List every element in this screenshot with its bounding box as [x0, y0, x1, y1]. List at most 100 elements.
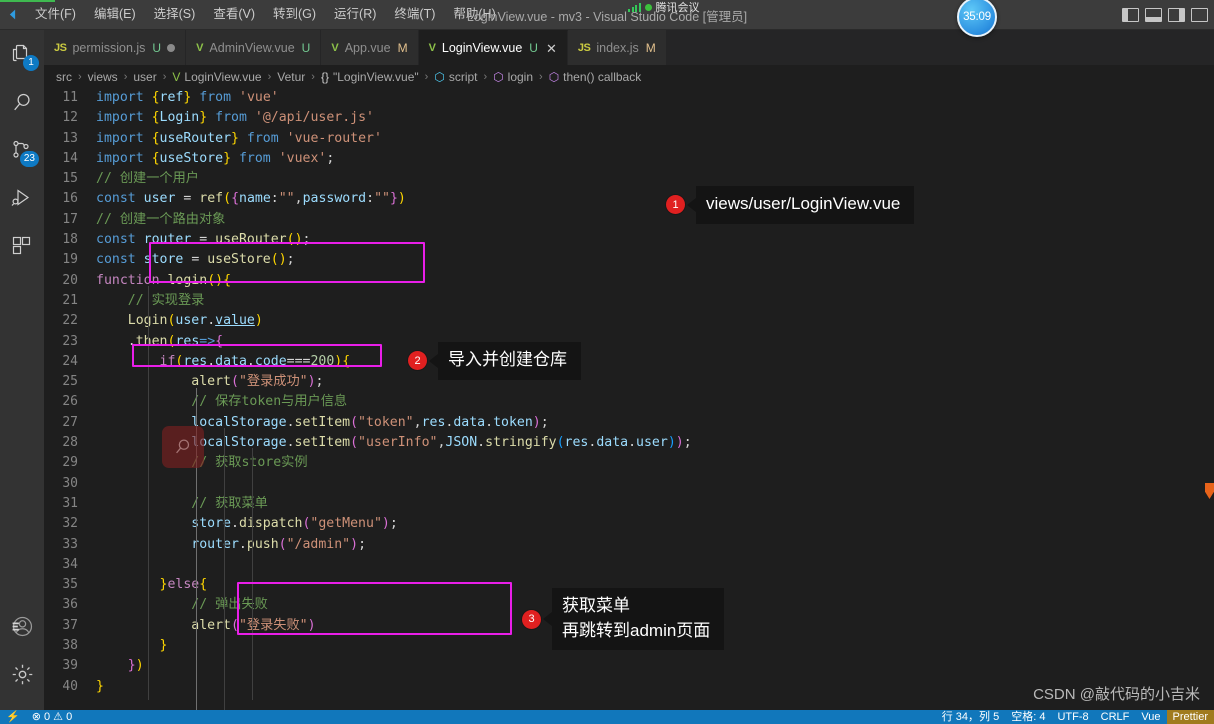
line-content[interactable]: const store = useStore();	[96, 250, 1214, 270]
remote-indicator[interactable]: ⚡	[0, 710, 26, 724]
breadcrumb-loginview-symbol[interactable]: {} "LoginView.vue"	[319, 70, 421, 84]
breadcrumb-src[interactable]: src	[54, 70, 74, 84]
breadcrumb-user[interactable]: user	[131, 70, 158, 84]
line-content[interactable]: alert("登录成功");	[96, 372, 1214, 392]
code-line[interactable]: 27 localStorage.setItem("token",res.data…	[44, 413, 1214, 433]
customize-layout-icon[interactable]	[1191, 8, 1208, 22]
line-content[interactable]: import {Login} from '@/api/user.js'	[96, 108, 1214, 128]
toggle-primary-sidebar-icon[interactable]	[1122, 8, 1139, 22]
code-line[interactable]: 23 .then(res=>{	[44, 332, 1214, 352]
line-content[interactable]: // 实现登录	[96, 291, 1214, 311]
toggle-secondary-sidebar-icon[interactable]	[1168, 8, 1185, 22]
code-line[interactable]: 14 import {useStore} from 'vuex';	[44, 149, 1214, 169]
line-content[interactable]: import {useRouter} from 'vue-router'	[96, 129, 1214, 149]
line-content[interactable]: localStorage.setItem("token",res.data.to…	[96, 413, 1214, 433]
line-content[interactable]: // 获取store实例	[96, 453, 1214, 473]
eol[interactable]: CRLF	[1095, 710, 1136, 724]
encoding[interactable]: UTF-8	[1051, 710, 1094, 724]
menu-file[interactable]: 文件(F)	[26, 3, 85, 26]
code-line[interactable]: 29 // 获取store实例	[44, 453, 1214, 473]
indentation[interactable]: 空格: 4	[1005, 710, 1051, 724]
code-line[interactable]: 13 import {useRouter} from 'vue-router'	[44, 129, 1214, 149]
menu-help[interactable]: 帮助(H)	[444, 3, 504, 26]
activity-source-control[interactable]: 23	[0, 126, 44, 174]
tab-index-js[interactable]: JS index.js M	[567, 30, 667, 65]
activity-explorer[interactable]: 1	[0, 30, 44, 78]
code-line[interactable]: 16 const user = ref({name:"",password:""}…	[44, 189, 1214, 209]
toggle-panel-icon[interactable]	[1145, 8, 1162, 22]
breadcrumb-views[interactable]: views	[86, 70, 120, 84]
prettier-status[interactable]: Prettier	[1166, 710, 1214, 724]
code-line[interactable]: 39 })	[44, 656, 1214, 676]
code-line[interactable]: 19 const store = useStore();	[44, 250, 1214, 270]
line-content[interactable]: // 创建一个用户	[96, 169, 1214, 189]
line-content[interactable]: router.push("/admin");	[96, 535, 1214, 555]
menu-edit[interactable]: 编辑(E)	[85, 3, 145, 26]
code-line[interactable]: 26 // 保存token与用户信息	[44, 392, 1214, 412]
breadcrumb-loginview-vue[interactable]: V LoginView.vue	[170, 70, 263, 84]
line-content[interactable]: })	[96, 656, 1214, 676]
line-content[interactable]: const router = useRouter();	[96, 230, 1214, 250]
line-content[interactable]: function login(){	[96, 271, 1214, 291]
line-content[interactable]: // 创建一个路由对象	[96, 210, 1214, 230]
activity-extensions[interactable]	[0, 222, 44, 270]
code-line[interactable]: 12 import {Login} from '@/api/user.js'	[44, 108, 1214, 128]
code-line[interactable]: 31 // 获取菜单	[44, 494, 1214, 514]
code-line[interactable]: 21 // 实现登录	[44, 291, 1214, 311]
back-arrow-icon[interactable]	[0, 0, 26, 30]
callout-1: 1 views/user/LoginView.vue	[666, 186, 915, 224]
line-content[interactable]: store.dispatch("getMenu");	[96, 514, 1214, 534]
menu-selection[interactable]: 选择(S)	[145, 3, 205, 26]
menu-terminal[interactable]: 终端(T)	[385, 3, 444, 26]
tab-loginview-vue[interactable]: V LoginView.vue U ✕	[418, 30, 568, 65]
code-line[interactable]: 17 // 创建一个路由对象	[44, 210, 1214, 230]
code-line[interactable]: 22 Login(user.value)	[44, 311, 1214, 331]
line-content[interactable]: // 获取菜单	[96, 494, 1214, 514]
code-line[interactable]: 25 alert("登录成功");	[44, 372, 1214, 392]
code-line[interactable]: 28 localStorage.setItem("userInfo",JSON.…	[44, 433, 1214, 453]
code-line[interactable]: 24 if(res.data.code===200){	[44, 352, 1214, 372]
code-editor[interactable]: 11 import {ref} from 'vue' 12 import {Login…	[44, 88, 1214, 710]
breadcrumb-label: "LoginView.vue"	[332, 69, 419, 84]
breadcrumb-then-callback[interactable]: ⬡ then() callback	[547, 70, 644, 84]
code-line[interactable]: 18 const router = useRouter();	[44, 230, 1214, 250]
activity-accounts[interactable]	[0, 602, 44, 650]
line-content[interactable]: import {ref} from 'vue'	[96, 88, 1214, 108]
breadcrumb-script[interactable]: ⬡ script	[432, 70, 479, 84]
code-line[interactable]: 34	[44, 555, 1214, 575]
line-content[interactable]: const user = ref({name:"",password:""})	[96, 189, 1214, 209]
activity-settings[interactable]	[0, 650, 44, 698]
code-line[interactable]: 30	[44, 474, 1214, 494]
breadcrumb: src › views › user › V LoginView.vue › V…	[44, 65, 1214, 88]
menu-goto[interactable]: 转到(G)	[264, 3, 325, 26]
breadcrumb-vetur[interactable]: Vetur	[275, 70, 307, 84]
line-content[interactable]: Login(user.value)	[96, 311, 1214, 331]
line-content[interactable]	[96, 555, 1214, 575]
line-content[interactable]: localStorage.setItem("userInfo",JSON.str…	[96, 433, 1214, 453]
close-icon[interactable]: ✕	[544, 42, 557, 55]
layout-controls	[1122, 0, 1210, 30]
line-content[interactable]: if(res.data.code===200){	[96, 352, 1214, 372]
tab-adminview-vue[interactable]: V AdminView.vue U	[186, 30, 322, 65]
menu-run[interactable]: 运行(R)	[325, 3, 385, 26]
find-widget-ghost[interactable]	[162, 426, 204, 468]
line-content[interactable]	[96, 474, 1214, 494]
code-line[interactable]: 20 function login(){	[44, 271, 1214, 291]
activity-search[interactable]	[0, 78, 44, 126]
line-content[interactable]: import {useStore} from 'vuex';	[96, 149, 1214, 169]
vue-file-icon: V	[196, 41, 204, 54]
tab-app-vue[interactable]: V App.vue M	[321, 30, 419, 65]
cursor-position[interactable]: 行 34，列 5	[936, 710, 1005, 724]
code-line[interactable]: 11 import {ref} from 'vue'	[44, 88, 1214, 108]
line-content[interactable]: .then(res=>{	[96, 332, 1214, 352]
code-line[interactable]: 32 store.dispatch("getMenu");	[44, 514, 1214, 534]
breadcrumb-login[interactable]: ⬡ login	[491, 70, 535, 84]
menu-view[interactable]: 查看(V)	[204, 3, 264, 26]
problems-indicator[interactable]: ⊗ 0 ⚠ 0	[26, 710, 78, 724]
line-content[interactable]: // 保存token与用户信息	[96, 392, 1214, 412]
tab-permission-js[interactable]: JS permission.js U	[44, 30, 187, 65]
code-line[interactable]: 33 router.push("/admin");	[44, 535, 1214, 555]
code-line[interactable]: 15 // 创建一个用户	[44, 169, 1214, 189]
language-mode[interactable]: Vue	[1135, 710, 1166, 724]
activity-run-debug[interactable]	[0, 174, 44, 222]
